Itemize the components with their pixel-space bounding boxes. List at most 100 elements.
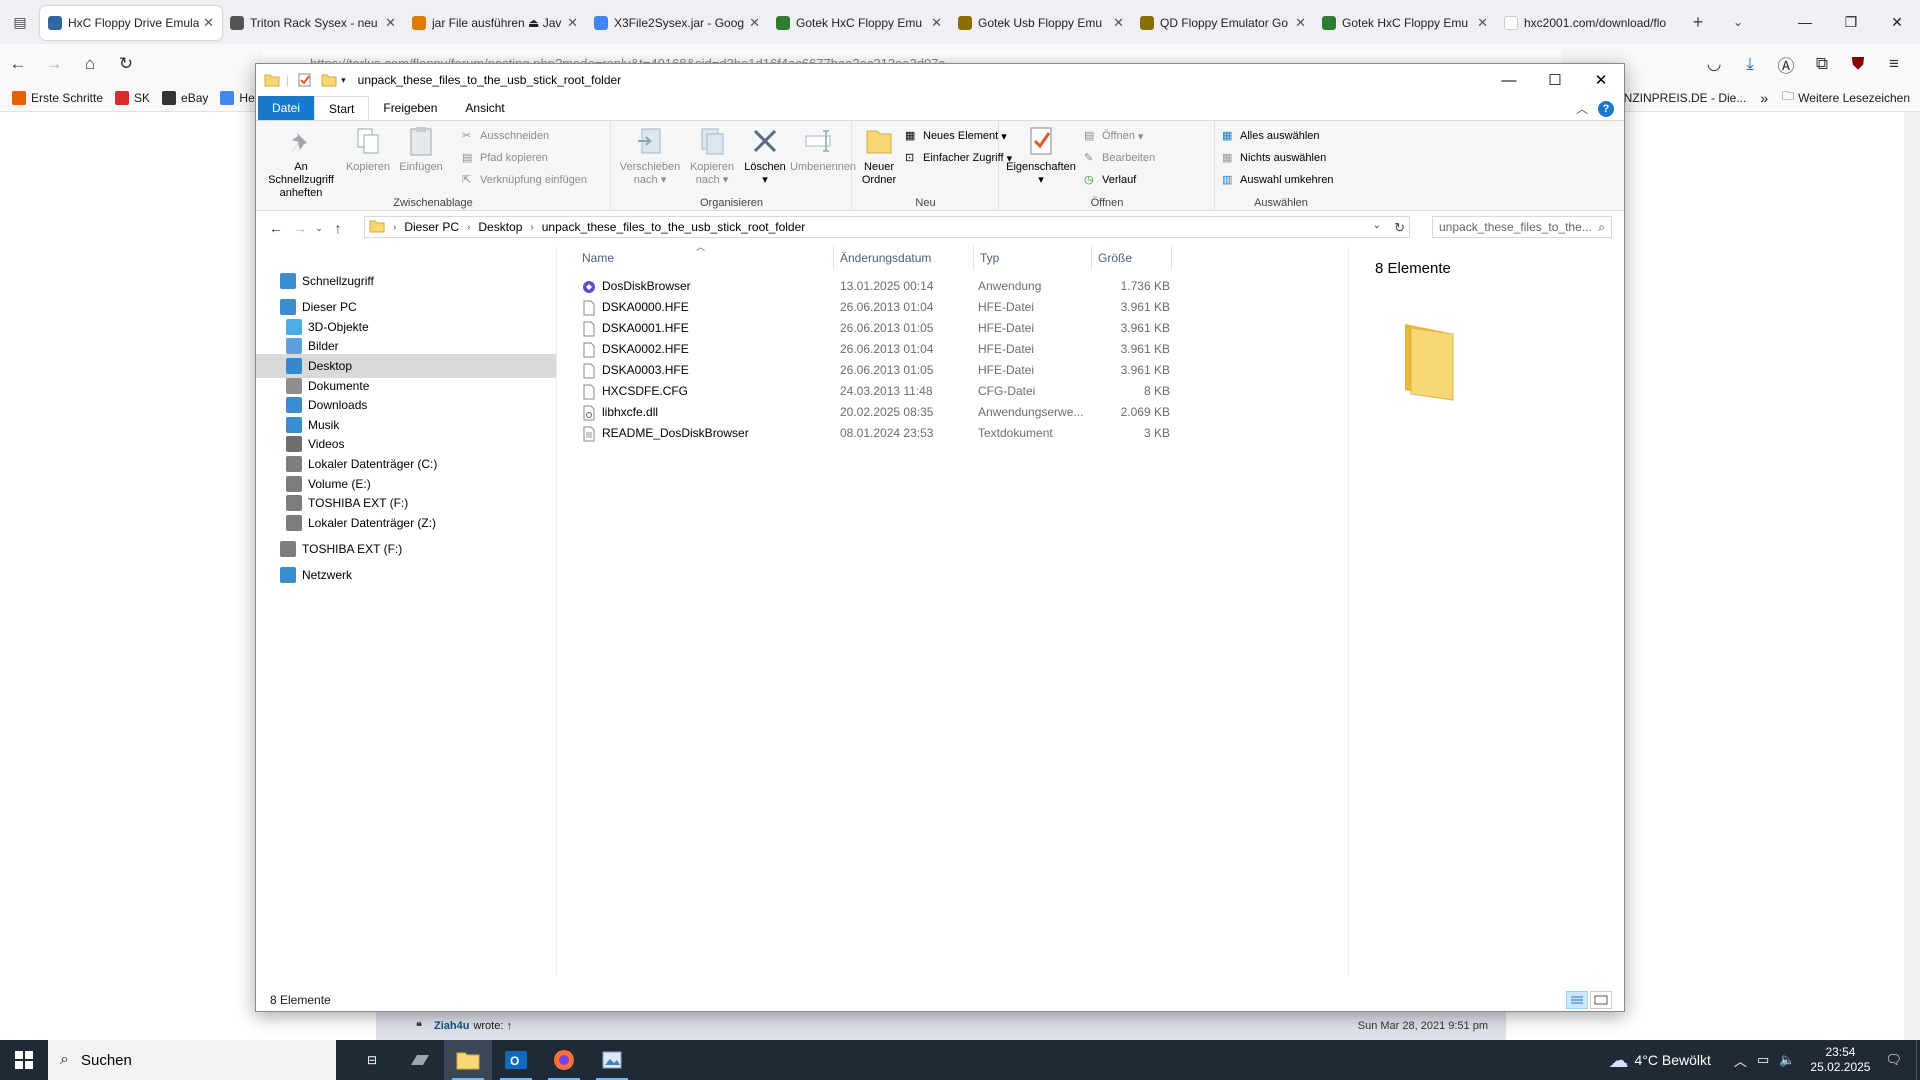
breadcrumb-this-pc[interactable]: Dieser PC: [404, 220, 459, 234]
copy-button[interactable]: Kopieren: [344, 125, 392, 174]
nav-item[interactable]: Schnellzugriff: [256, 269, 556, 293]
breadcrumb-desktop[interactable]: Desktop: [478, 220, 522, 234]
tab-overflow-chevron-icon[interactable]: ⌄: [1718, 0, 1758, 44]
close-icon[interactable]: ✕: [1874, 0, 1920, 44]
task-view-icon[interactable]: ⊟: [348, 1040, 396, 1080]
post-author[interactable]: Ziah4u: [434, 1020, 469, 1032]
refresh-icon[interactable]: ↻: [1394, 220, 1405, 236]
copy-path-button[interactable]: ▤ Pfad kopieren: [462, 151, 548, 165]
help-icon[interactable]: ?: [1598, 100, 1614, 117]
select-none-button[interactable]: ▦ Nichts auswählen: [1222, 151, 1326, 165]
menu-icon[interactable]: ≡: [1876, 46, 1912, 82]
tray-overflow-icon[interactable]: ︿: [1734, 1051, 1747, 1070]
browser-tab[interactable]: HxC Floppy Drive Emulator ✕: [40, 6, 222, 40]
tab-close-icon[interactable]: ✕: [567, 15, 578, 31]
up-icon[interactable]: ↑: [326, 216, 350, 240]
new-tab-icon[interactable]: +: [1678, 0, 1718, 44]
new-folder-icon[interactable]: [321, 73, 337, 87]
quick-access-dropdown-icon[interactable]: ▾: [341, 75, 346, 86]
network-icon[interactable]: ▭: [1757, 1052, 1769, 1068]
firefox-icon[interactable]: [540, 1040, 588, 1080]
address-dropdown-icon[interactable]: ⌄: [1373, 220, 1381, 231]
close-icon[interactable]: ✕: [1578, 64, 1624, 96]
ssd-tool-icon[interactable]: [396, 1040, 444, 1080]
minimize-icon[interactable]: —: [1486, 64, 1532, 96]
account-icon[interactable]: Ⓐ: [1768, 46, 1804, 82]
delete-button[interactable]: Löschen ▾: [740, 125, 790, 187]
pin-quick-access-button[interactable]: An Schnellzugriff anheften: [262, 125, 340, 200]
nav-item[interactable]: Lokaler Datenträger (Z:): [256, 511, 556, 535]
browser-tab[interactable]: Triton Rack Sysex - neu ✕: [222, 6, 404, 40]
table-row[interactable]: DSKA0001.HFE 26.06.2013 01:05 HFE-Datei 3.9…: [576, 318, 1176, 339]
forward-icon[interactable]: →: [36, 46, 72, 82]
details-view-icon[interactable]: [1566, 991, 1588, 1009]
table-row[interactable]: HXCSDFE.CFG 24.03.2013 11:48 CFG-Datei 8 KB: [576, 381, 1176, 402]
new-item-button[interactable]: ▦ Neues Element ▾: [905, 129, 1007, 143]
browser-tab[interactable]: QD Floppy Emulator Go ✕: [1132, 6, 1314, 40]
forward-icon[interactable]: →: [288, 216, 312, 240]
tab-close-icon[interactable]: ✕: [203, 15, 214, 31]
column-date[interactable]: Änderungsdatum: [834, 246, 974, 270]
paste-shortcut-button[interactable]: ⇱ Verknüpfung einfügen: [462, 173, 587, 187]
tab-ansicht[interactable]: Ansicht: [451, 96, 518, 120]
file-explorer-icon[interactable]: [444, 1040, 492, 1080]
taskbar-search[interactable]: ⌕ Suchen: [48, 1040, 336, 1080]
tab-datei[interactable]: Datei: [258, 96, 315, 120]
table-row[interactable]: DSKA0000.HFE 26.06.2013 01:04 HFE-Datei 3.9…: [576, 297, 1176, 318]
rename-button[interactable]: Umbenennen: [790, 125, 856, 174]
bookmark-item[interactable]: Erste Schritte: [12, 90, 103, 105]
bookmark-item[interactable]: SK: [115, 90, 150, 105]
page-scrollbar[interactable]: [1904, 112, 1920, 1040]
bookmarks-overflow-icon[interactable]: »: [1760, 90, 1768, 106]
browser-tab[interactable]: Gotek HxC Floppy Emu ✕: [1314, 6, 1496, 40]
breadcrumb-separator-icon[interactable]: ›: [393, 222, 396, 233]
table-row[interactable]: DSKA0003.HFE 26.06.2013 01:05 HFE-Datei 3.9…: [576, 360, 1176, 381]
search-input[interactable]: unpack_these_files_to_the... ⌕: [1432, 216, 1612, 238]
column-type[interactable]: Typ: [974, 246, 1092, 270]
copy-to-button[interactable]: Kopieren nach ▾: [684, 125, 740, 187]
reload-icon[interactable]: ↻: [108, 46, 144, 82]
tab-close-icon[interactable]: ✕: [1113, 15, 1124, 31]
column-size[interactable]: Größe: [1092, 246, 1172, 270]
restore-icon[interactable]: ❐: [1828, 0, 1874, 44]
image-viewer-icon[interactable]: [588, 1040, 636, 1080]
open-button[interactable]: ▤ Öffnen ▾: [1084, 129, 1143, 143]
properties-button[interactable]: Eigenschaften ▾: [1002, 125, 1080, 187]
recent-locations-icon[interactable]: ⌄: [312, 216, 326, 240]
breadcrumb-current-folder[interactable]: unpack_these_files_to_the_usb_stick_root…: [542, 220, 806, 234]
cut-button[interactable]: ✂ Ausschneiden: [462, 129, 549, 143]
breadcrumb-separator-icon[interactable]: ›: [467, 222, 470, 233]
other-bookmarks-folder[interactable]: 🗀 Weitere Lesezeichen: [1782, 87, 1910, 108]
tab-close-icon[interactable]: ✕: [749, 15, 760, 31]
windows-start-icon[interactable]: [0, 1040, 48, 1080]
easy-access-button[interactable]: ⊡ Einfacher Zugriff ▾: [905, 151, 1012, 165]
clock[interactable]: 23:54 25.02.2025: [1810, 1045, 1870, 1075]
nav-item[interactable]: Netzwerk: [256, 563, 556, 587]
invert-selection-button[interactable]: ▥ Auswahl umkehren: [1222, 173, 1334, 187]
show-desktop-strip[interactable]: [1916, 1040, 1920, 1080]
ublock-icon[interactable]: ⛊: [1840, 46, 1876, 82]
minimize-icon[interactable]: —: [1782, 0, 1828, 44]
tab-start[interactable]: Start: [314, 96, 370, 120]
column-name[interactable]: Name: [576, 246, 834, 270]
table-row[interactable]: README_DosDiskBrowser 08.01.2024 23:53 Tex…: [576, 423, 1176, 444]
volume-icon[interactable]: 🔈: [1779, 1052, 1795, 1068]
table-row[interactable]: DosDiskBrowser 13.01.2025 00:14 Anwendung 1…: [576, 276, 1176, 297]
notifications-icon[interactable]: 🗨: [1885, 1052, 1902, 1068]
large-icons-view-icon[interactable]: [1590, 991, 1612, 1009]
bookmark-item[interactable]: Her: [220, 90, 259, 105]
tab-freigeben[interactable]: Freigeben: [369, 96, 451, 120]
select-all-button[interactable]: ▦ Alles auswählen: [1222, 129, 1320, 143]
properties-check-icon[interactable]: [297, 73, 313, 87]
tab-close-icon[interactable]: ✕: [385, 15, 396, 31]
back-icon[interactable]: ←: [0, 46, 36, 82]
back-icon[interactable]: ←: [264, 216, 288, 240]
address-bar[interactable]: › Dieser PC › Desktop › unpack_these_fil…: [364, 216, 1410, 238]
breadcrumb-separator-icon[interactable]: ›: [530, 222, 533, 233]
tab-close-icon[interactable]: ✕: [1295, 15, 1306, 31]
move-to-button[interactable]: Verschieben nach ▾: [618, 125, 682, 187]
maximize-icon[interactable]: ☐: [1532, 64, 1578, 96]
bookmark-item[interactable]: NZINPREIS.DE - Die...: [1624, 91, 1747, 105]
tab-close-icon[interactable]: ✕: [931, 15, 942, 31]
outlook-icon[interactable]: O: [492, 1040, 540, 1080]
